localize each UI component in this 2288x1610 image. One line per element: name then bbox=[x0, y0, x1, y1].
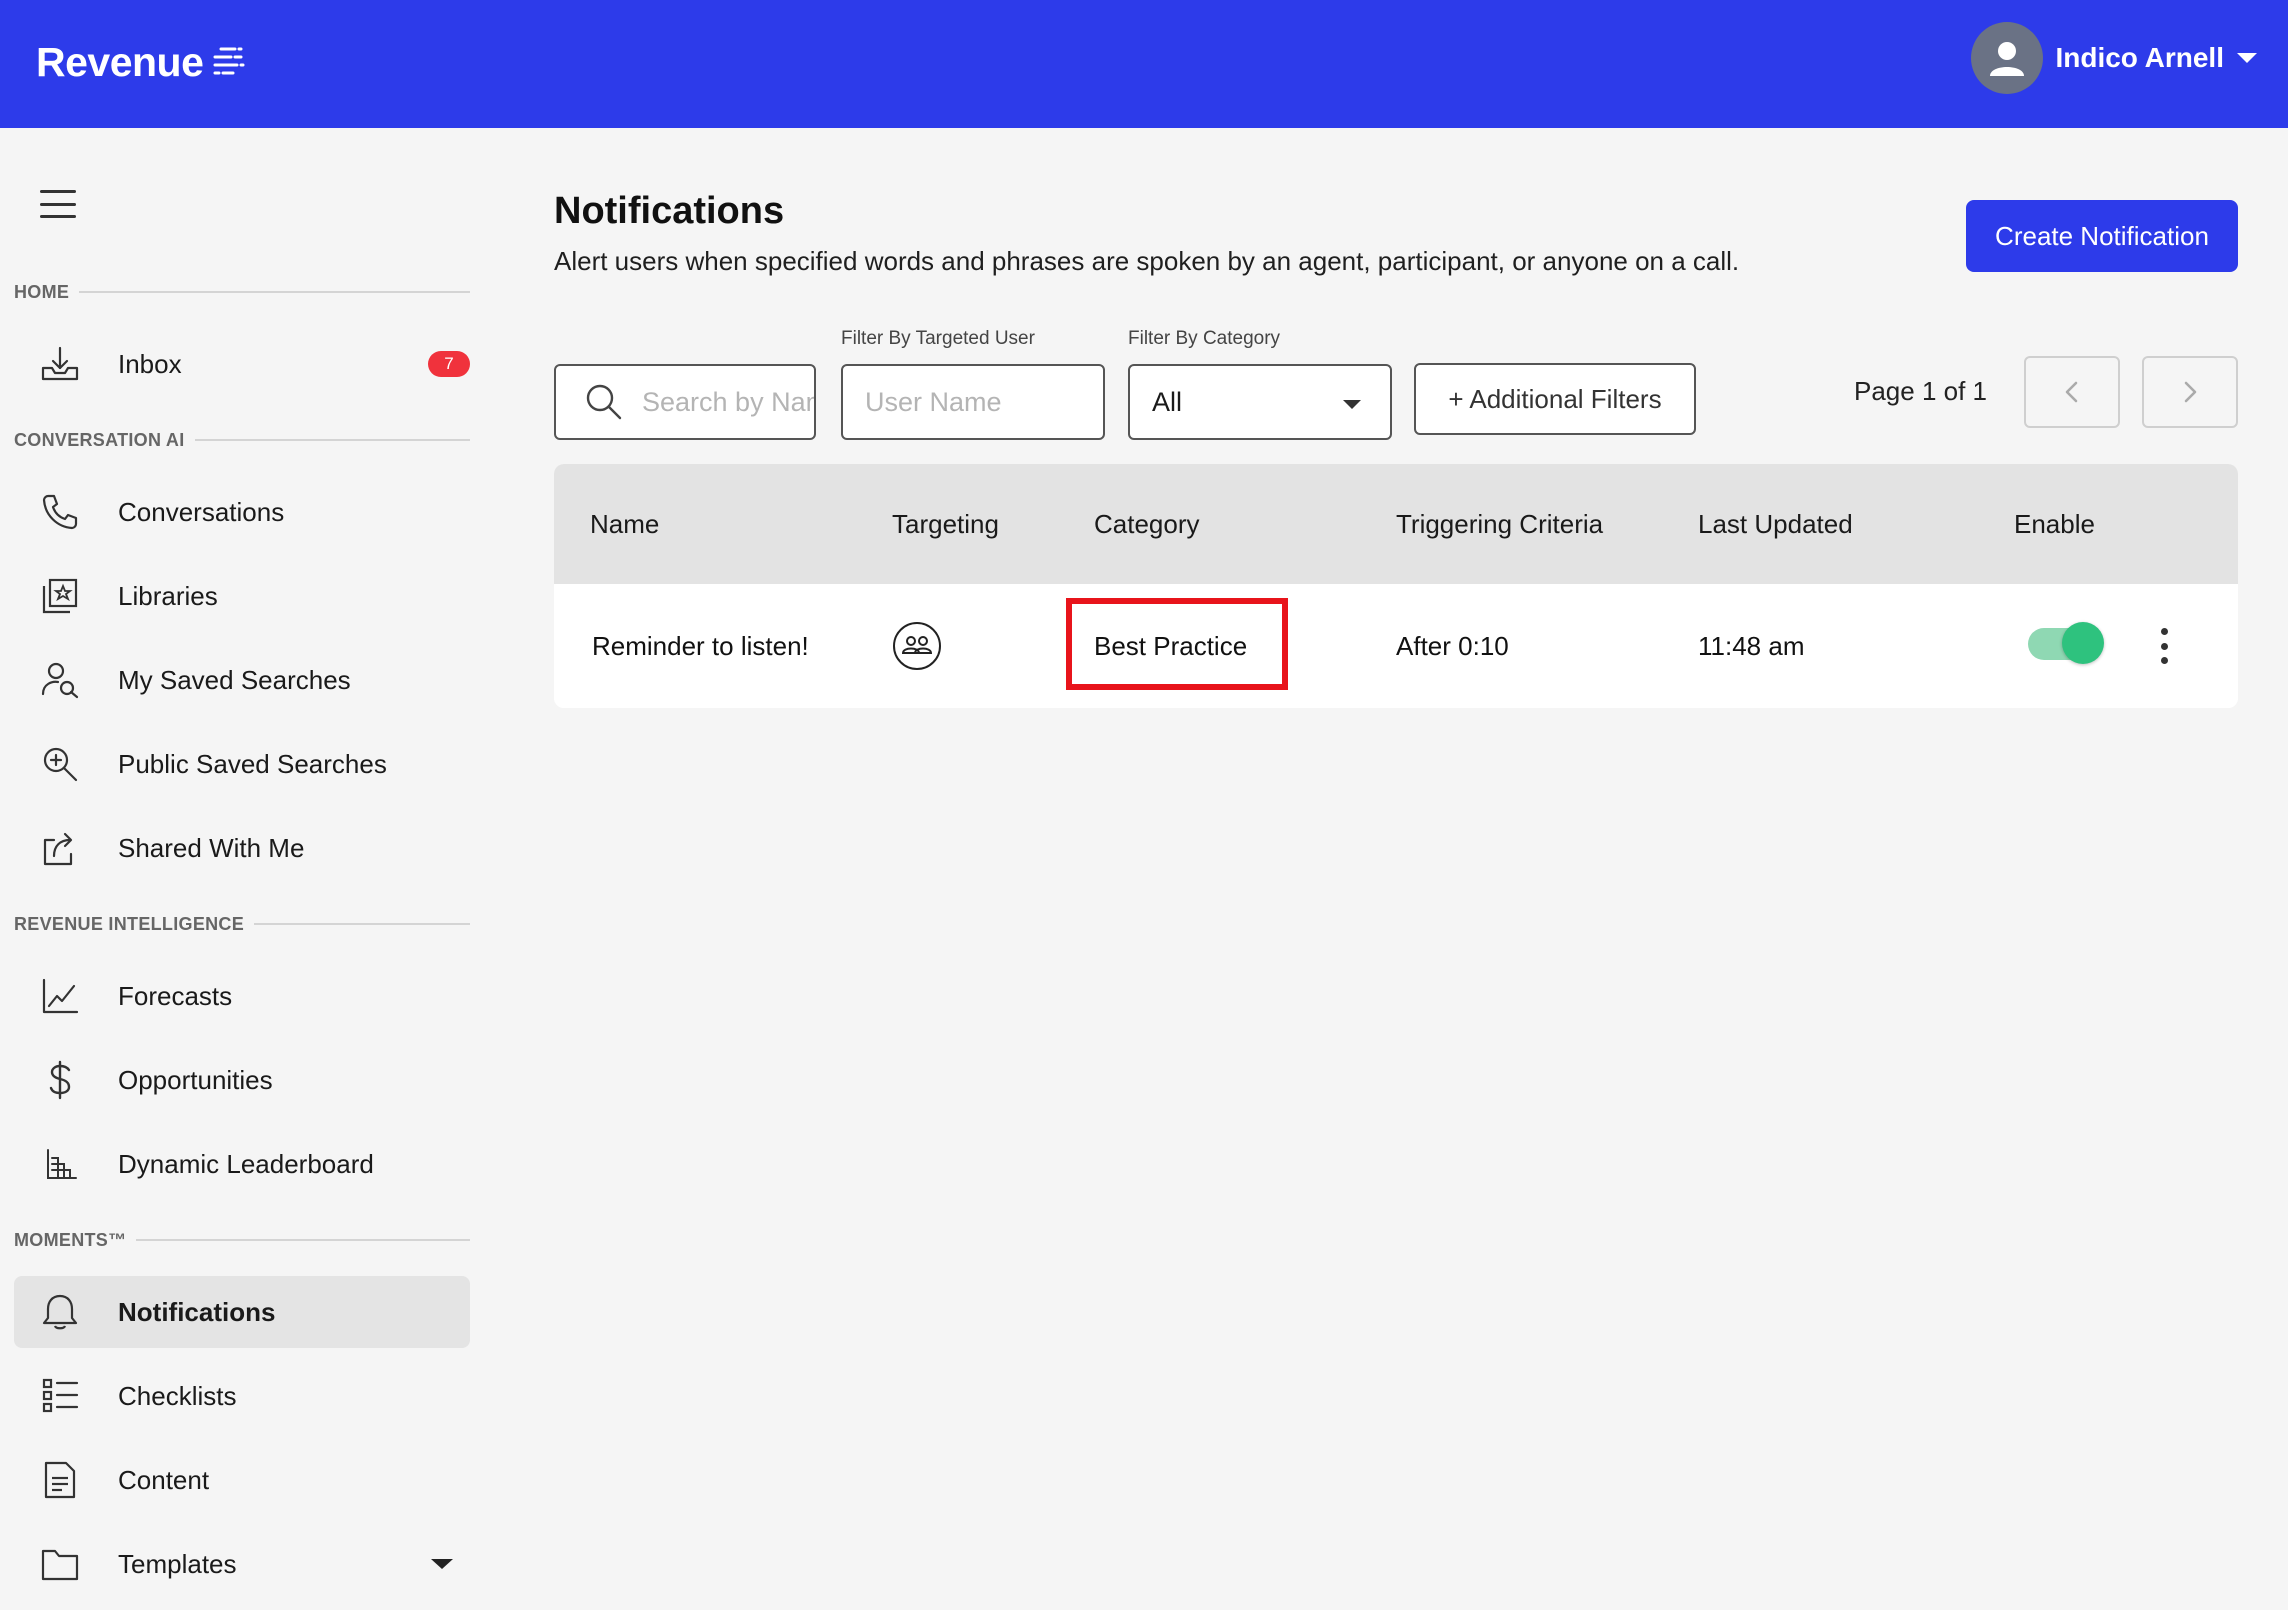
page-title: Notifications bbox=[554, 190, 785, 232]
sidebar-item-templates[interactable]: Templates bbox=[14, 1528, 470, 1600]
sidebar-item-label: Opportunities bbox=[118, 1064, 273, 1095]
targeted-user-filter-label: Filter By Targeted User bbox=[841, 328, 1035, 349]
section-revenue-intelligence: REVENUE INTELLIGENCE bbox=[14, 912, 470, 936]
sidebar-item-label: Checklists bbox=[118, 1380, 237, 1411]
table-row[interactable]: Reminder to listen! Best Practice After … bbox=[554, 584, 2238, 708]
column-header-category[interactable]: Category bbox=[1094, 464, 1200, 584]
inbox-download-icon bbox=[40, 344, 80, 384]
table-header: Name Targeting Category Triggering Crite… bbox=[554, 464, 2238, 584]
additional-filters-button[interactable]: + Additional Filters bbox=[1414, 363, 1696, 435]
page-subtitle: Alert users when specified words and phr… bbox=[554, 246, 1740, 276]
column-header-targeting[interactable]: Targeting bbox=[892, 464, 999, 584]
bar-chart-icon bbox=[40, 1144, 80, 1184]
enable-toggle[interactable] bbox=[2028, 622, 2104, 664]
document-icon bbox=[40, 1460, 80, 1500]
search-field[interactable] bbox=[554, 364, 816, 440]
notifications-table: Name Targeting Category Triggering Crite… bbox=[554, 464, 2238, 708]
category-filter-label: Filter By Category bbox=[1128, 328, 1281, 349]
sidebar-item-public-saved-searches[interactable]: Public Saved Searches bbox=[14, 728, 470, 800]
inbox-count-badge: 7 bbox=[428, 351, 470, 377]
sidebar-item-label: Libraries bbox=[118, 580, 218, 611]
user-name-input[interactable] bbox=[865, 386, 1103, 418]
hamburger-menu-icon[interactable] bbox=[40, 186, 76, 222]
top-bar: Revenue Indico Arnell bbox=[0, 0, 2288, 128]
category-selected-value: All bbox=[1152, 386, 1183, 417]
section-conversation-ai: CONVERSATION AI bbox=[14, 428, 470, 452]
chevron-left-icon bbox=[2065, 381, 2078, 403]
pagination-text: Page 1 of 1 bbox=[1854, 376, 1987, 406]
caret-down-icon bbox=[1343, 400, 1361, 409]
sidebar-item-label: Dynamic Leaderboard bbox=[118, 1148, 374, 1179]
user-name[interactable]: Indico Arnell bbox=[2055, 42, 2224, 74]
sidebar-item-label: Shared With Me bbox=[118, 832, 305, 863]
search-input[interactable] bbox=[642, 386, 814, 418]
sidebar-item-label: Forecasts bbox=[118, 980, 233, 1011]
sidebar-item-shared-with-me[interactable]: Shared With Me bbox=[14, 812, 470, 884]
group-icon bbox=[892, 584, 942, 708]
sidebar-item-label: Public Saved Searches bbox=[118, 748, 387, 779]
sidebar-item-label: Content bbox=[118, 1464, 210, 1495]
next-page-button[interactable] bbox=[2142, 356, 2238, 428]
row-name[interactable]: Reminder to listen! bbox=[592, 584, 809, 708]
toggle-knob bbox=[2062, 622, 2104, 664]
phone-icon bbox=[40, 492, 80, 532]
sidebar-item-opportunities[interactable]: Opportunities bbox=[14, 1044, 470, 1116]
line-chart-icon bbox=[40, 976, 80, 1016]
user-search-icon bbox=[40, 660, 80, 700]
sidebar-item-label: Inbox bbox=[118, 348, 182, 379]
sidebar-item-label: My Saved Searches bbox=[118, 664, 351, 695]
column-header-enable[interactable]: Enable bbox=[2014, 464, 2095, 584]
sidebar-item-dynamic-leaderboard[interactable]: Dynamic Leaderboard bbox=[14, 1128, 470, 1200]
category-select[interactable]: All bbox=[1128, 364, 1392, 440]
row-more-options-icon[interactable] bbox=[2152, 624, 2176, 668]
sidebar-item-content[interactable]: Content bbox=[14, 1444, 470, 1516]
share-icon bbox=[40, 828, 80, 868]
section-home: HOME bbox=[14, 280, 470, 304]
previous-page-button[interactable] bbox=[2024, 356, 2120, 428]
chevron-right-icon bbox=[2184, 381, 2197, 403]
sidebar-item-libraries[interactable]: Libraries bbox=[14, 560, 470, 632]
sidebar-item-conversations[interactable]: Conversations bbox=[14, 476, 470, 548]
zoom-in-icon bbox=[40, 744, 80, 784]
sidebar: HOME Inbox 7 CONVERSATION AI Conversatio… bbox=[0, 128, 484, 1610]
sidebar-item-label: Templates bbox=[118, 1548, 237, 1579]
logo-text: Revenue bbox=[36, 38, 204, 85]
sidebar-item-inbox[interactable]: Inbox 7 bbox=[14, 328, 470, 400]
checklist-icon bbox=[40, 1376, 80, 1416]
column-header-triggering-criteria[interactable]: Triggering Criteria bbox=[1396, 464, 1603, 584]
caret-down-icon[interactable] bbox=[2236, 51, 2258, 65]
row-category: Best Practice bbox=[1094, 630, 1248, 661]
caret-down-icon[interactable] bbox=[430, 1557, 454, 1571]
bell-icon bbox=[40, 1292, 80, 1332]
create-notification-button[interactable]: Create Notification bbox=[1966, 200, 2238, 272]
row-last-updated: 11:48 am bbox=[1698, 630, 1805, 661]
sidebar-item-label: Notifications bbox=[118, 1296, 276, 1327]
search-icon bbox=[586, 384, 622, 420]
logo-lines-icon bbox=[213, 47, 245, 75]
user-icon bbox=[1990, 42, 2025, 76]
sidebar-item-my-saved-searches[interactable]: My Saved Searches bbox=[14, 644, 470, 716]
targeted-user-field[interactable] bbox=[841, 364, 1105, 440]
user-menu[interactable]: Indico Arnell bbox=[1971, 20, 2258, 96]
sidebar-item-notifications[interactable]: Notifications bbox=[14, 1276, 470, 1348]
avatar[interactable] bbox=[1971, 22, 2044, 94]
library-icon bbox=[40, 576, 80, 616]
sidebar-item-checklists[interactable]: Checklists bbox=[14, 1360, 470, 1432]
section-moments: MOMENTS™ bbox=[14, 1228, 470, 1252]
row-triggering-criteria: After 0:10 bbox=[1396, 630, 1509, 661]
folder-icon bbox=[40, 1544, 80, 1584]
sidebar-item-label: Conversations bbox=[118, 496, 285, 527]
column-header-last-updated[interactable]: Last Updated bbox=[1698, 464, 1853, 584]
dollar-icon bbox=[40, 1060, 80, 1100]
logo[interactable]: Revenue bbox=[36, 32, 245, 92]
sidebar-item-forecasts[interactable]: Forecasts bbox=[14, 960, 470, 1032]
column-header-name[interactable]: Name bbox=[590, 464, 659, 584]
